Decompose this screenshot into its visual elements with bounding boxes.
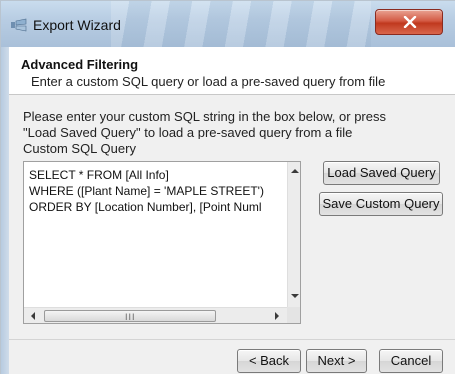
window-title: Export Wizard bbox=[33, 17, 121, 33]
save-custom-query-button[interactable]: Save Custom Query bbox=[319, 192, 443, 216]
title-bar-glass bbox=[111, 1, 371, 47]
title-bar[interactable]: Export Wizard bbox=[1, 1, 455, 47]
scroll-up-arrow-icon[interactable] bbox=[291, 168, 299, 174]
back-button[interactable]: < Back bbox=[237, 349, 301, 373]
close-icon bbox=[403, 16, 417, 28]
scroll-down-arrow-icon[interactable] bbox=[291, 293, 299, 299]
horizontal-scroll-thumb[interactable]: III bbox=[44, 310, 216, 322]
sql-line: SELECT * FROM [All Info] bbox=[29, 168, 169, 182]
window-frame-left bbox=[1, 47, 9, 374]
cancel-button[interactable]: Cancel bbox=[379, 349, 443, 373]
sql-line: ORDER BY [Location Number], [Point Numl bbox=[29, 200, 262, 214]
sql-line: WHERE ([Plant Name] = 'MAPLE STREET') bbox=[29, 184, 264, 198]
instruction-text: Please enter your custom SQL string in t… bbox=[23, 109, 423, 139]
wizard-icon bbox=[11, 18, 27, 32]
sql-query-textarea[interactable]: SELECT * FROM [All Info] WHERE ([Plant N… bbox=[23, 161, 301, 324]
sql-query-label: Custom SQL Query bbox=[23, 141, 136, 156]
page-subtitle: Enter a custom SQL query or load a pre-s… bbox=[31, 74, 386, 89]
wizard-header: Advanced Filtering Enter a custom SQL qu… bbox=[9, 47, 455, 95]
horizontal-scrollbar[interactable]: III bbox=[24, 307, 287, 323]
scroll-right-arrow-icon[interactable] bbox=[274, 312, 280, 320]
load-saved-query-button[interactable]: Load Saved Query bbox=[323, 161, 440, 185]
close-button[interactable] bbox=[375, 9, 443, 35]
scroll-grip: III bbox=[125, 312, 136, 322]
scroll-left-arrow-icon[interactable] bbox=[30, 312, 36, 320]
next-button[interactable]: Next > bbox=[306, 349, 367, 373]
export-wizard-window: Export Wizard Advanced Filtering Enter a… bbox=[0, 0, 455, 374]
footer-divider bbox=[9, 339, 455, 340]
sql-query-text[interactable]: SELECT * FROM [All Info] WHERE ([Plant N… bbox=[29, 167, 287, 215]
page-title: Advanced Filtering bbox=[21, 57, 139, 72]
vertical-scrollbar[interactable] bbox=[287, 162, 300, 307]
instruction-line: "Load Saved Query" to load a pre-saved q… bbox=[23, 125, 353, 139]
instruction-line: Please enter your custom SQL string in t… bbox=[23, 109, 386, 124]
scrollbar-corner bbox=[287, 307, 300, 323]
